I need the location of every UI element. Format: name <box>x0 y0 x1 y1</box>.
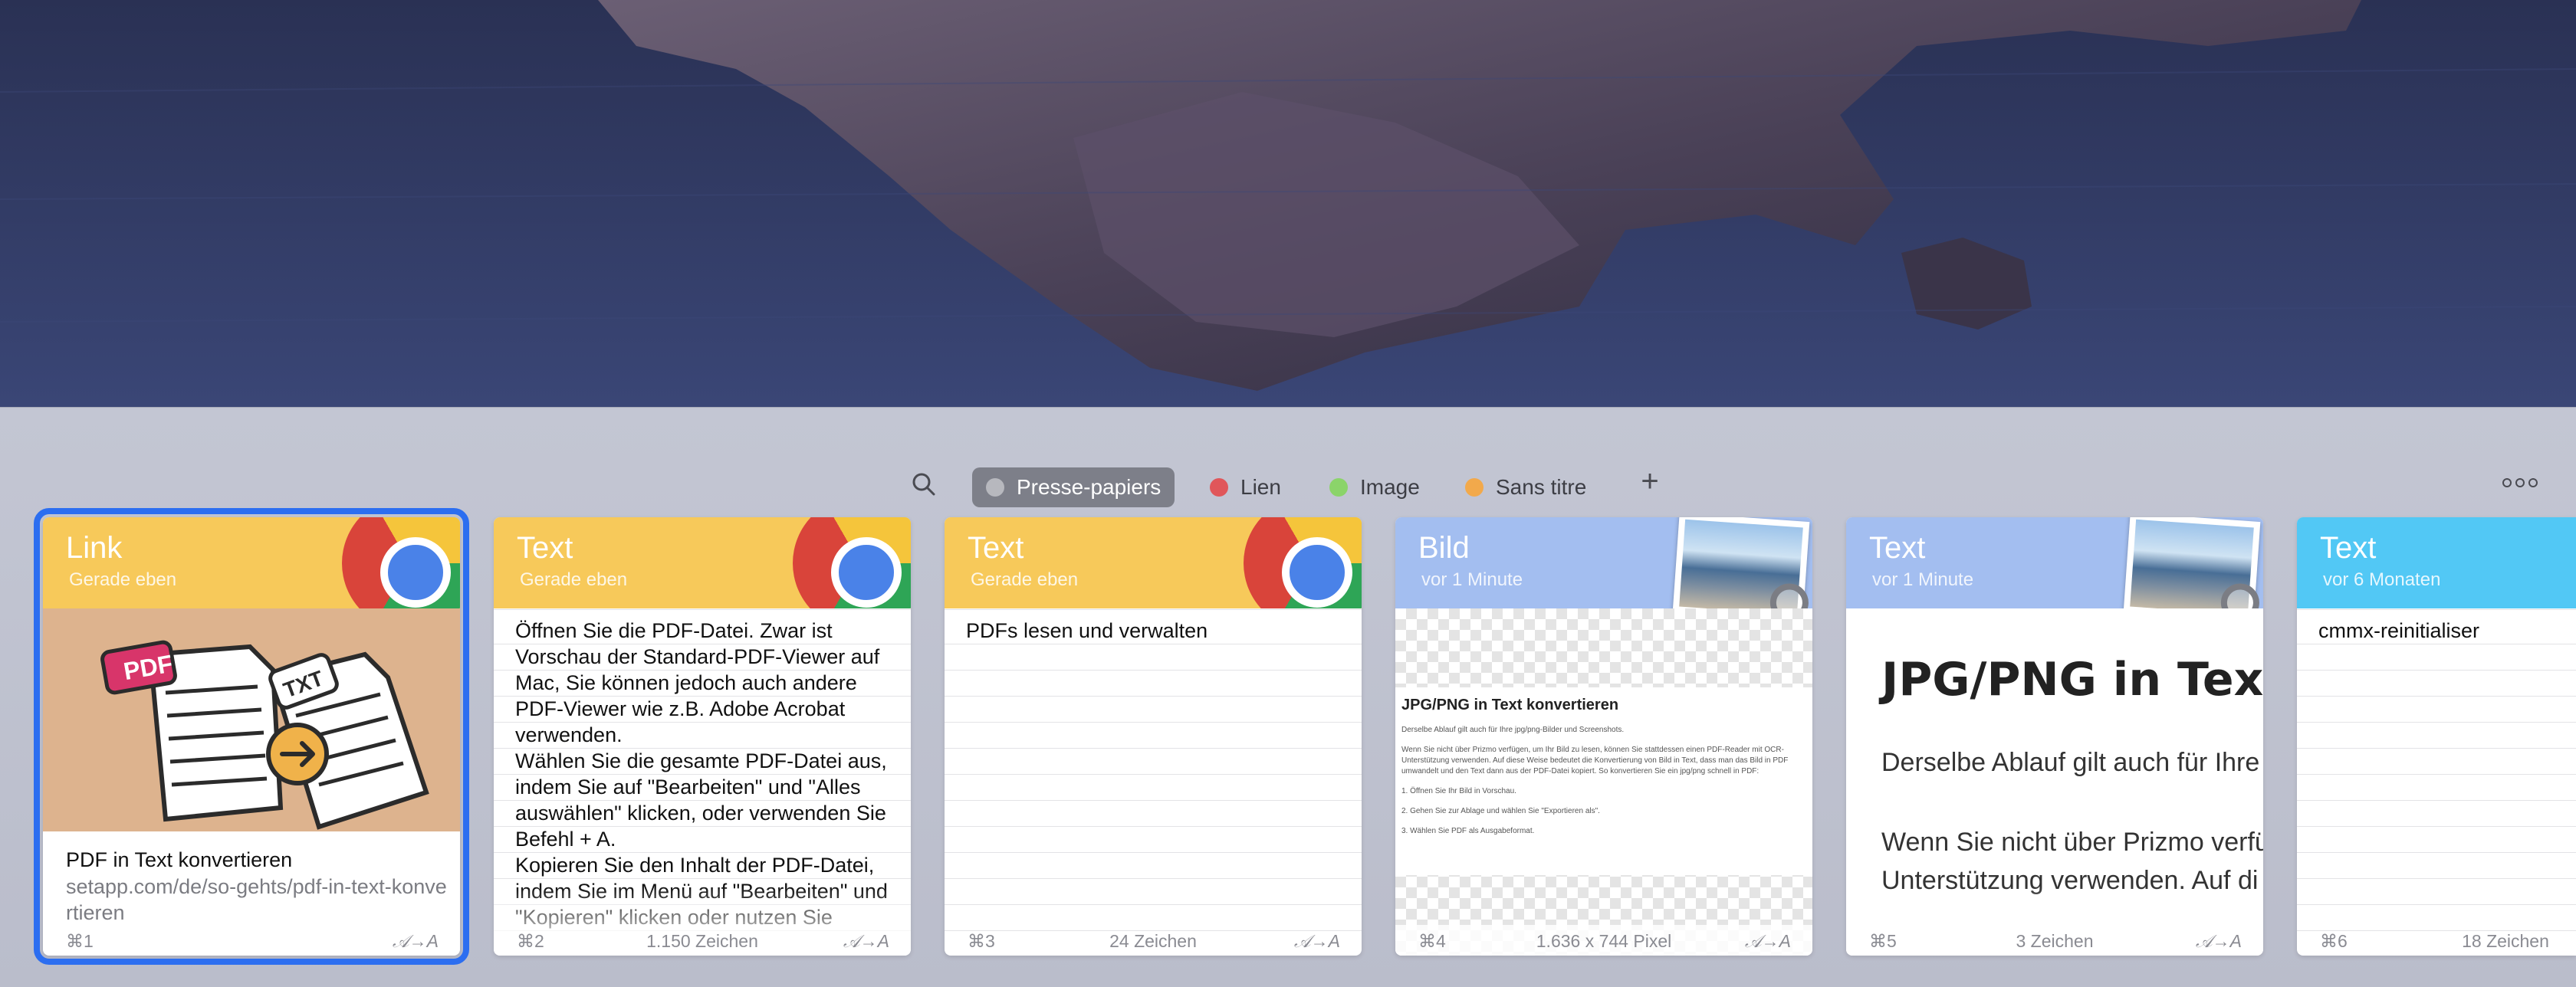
desktop-wallpaper <box>0 0 2576 407</box>
pinboard-label: Presse-papiers <box>1017 475 1162 499</box>
pinboard-dot <box>1329 478 1348 497</box>
add-pinboard-button[interactable]: + <box>1635 464 1665 499</box>
clip-card-text[interactable]: Text Gerade eben PDFs lesen und verwalte… <box>945 517 1362 956</box>
paste-plain-icon[interactable]: 𝒜→A <box>2196 931 2242 952</box>
paste-plain-icon[interactable]: 𝒜→A <box>393 931 439 952</box>
clip-card-link[interactable]: Link Gerade eben PDF TXT PDF in Text kon… <box>34 508 469 965</box>
pinboard-toolbar: Presse-papiers Lien Image Sans titre + <box>0 438 2576 527</box>
clip-text: cmmx-reinitialiser <box>2318 619 2480 642</box>
image-doc-step: 1. Öffnen Sie Ihr Bild in Vorschau. <box>1401 787 1516 795</box>
card-body: Öffnen Sie die PDF-Datei. Zwar ist Vorsc… <box>494 608 911 956</box>
card-footer: ⌘4 1.636 x 744 Pixel 𝒜→A <box>1395 925 1812 956</box>
image-preview: JPG/PNG in Text konvertieren Derselbe Ab… <box>1395 687 1812 875</box>
pinboard-link[interactable]: Lien <box>1196 467 1295 507</box>
card-body: PDF TXT PDF in Text konvertieren setapp.… <box>43 608 460 956</box>
pinboard-untitled[interactable]: Sans titre <box>1451 467 1600 507</box>
card-type: Text <box>2320 531 2377 565</box>
card-type: Link <box>66 531 123 565</box>
card-footer: ⌘5 3 Zeichen 𝒜→A <box>1846 925 2263 956</box>
pinboard-image[interactable]: Image <box>1316 467 1434 507</box>
pinboard-label: Lien <box>1240 475 1281 499</box>
image-doc-heading: JPG/PNG in Text konvertieren <box>1401 697 1619 713</box>
pinboard-dot <box>1465 478 1484 497</box>
card-time: vor 6 Monaten <box>2323 569 2441 590</box>
more-icon[interactable] <box>2502 474 2539 492</box>
wallpaper-image <box>0 0 2576 407</box>
card-body: JPG/PNG in Tex Derselbe Ablauf gilt auch… <box>1846 608 2263 956</box>
card-time: vor 1 Minute <box>1872 569 1974 590</box>
card-type: Bild <box>1418 531 1470 565</box>
card-footer: ⌘2 1.150 Zeichen 𝒜→A <box>494 925 911 956</box>
clip-card-text[interactable]: Text Gerade eben Öffnen Sie die PDF-Date… <box>494 517 911 956</box>
clip-line: Derselbe Ablauf gilt auch für Ihre <box>1881 748 2260 777</box>
preview-icon <box>1672 517 1810 608</box>
paste-panel: Presse-papiers Lien Image Sans titre + L… <box>0 407 2576 987</box>
image-doc-step: 2. Gehen Sie zur Ablage und wählen Sie "… <box>1401 807 1600 815</box>
card-header: Text vor 6 Monaten <box>2297 517 2576 608</box>
clip-card-text[interactable]: Text vor 6 Monaten cmmx-reinitialiser ⌘6… <box>2297 517 2576 956</box>
clip-text: PDFs lesen und verwalten <box>966 619 1208 642</box>
image-doc-subtitle: Derselbe Ablauf gilt auch für Ihre jpg/p… <box>1401 726 1625 734</box>
card-body: JPG/PNG in Text konvertieren Derselbe Ab… <box>1395 608 1812 956</box>
card-header: Text Gerade eben <box>494 517 911 608</box>
chrome-icon <box>1244 517 1362 608</box>
card-type: Text <box>968 531 1024 565</box>
clip-line: Wenn Sie nicht über Prizmo verfü <box>1881 828 2263 857</box>
link-preview-image: PDF TXT <box>43 608 460 831</box>
card-header: Text Gerade eben <box>945 517 1362 608</box>
pinboard-dot <box>1210 478 1228 497</box>
card-header: Text vor 1 Minute <box>1846 517 2263 608</box>
clip-text: Öffnen Sie die PDF-Datei. Zwar ist Vorsc… <box>515 619 888 929</box>
pinboard-label: Image <box>1360 475 1420 499</box>
paste-plain-icon[interactable]: 𝒜→A <box>1745 931 1791 952</box>
paste-plain-icon[interactable]: 𝒜→A <box>1294 931 1340 952</box>
card-header: Link Gerade eben <box>43 517 460 608</box>
card-time: Gerade eben <box>971 569 1079 590</box>
pinboard-clipboard[interactable]: Presse-papiers <box>972 467 1175 507</box>
image-doc-paragraph: Wenn Sie nicht über Prizmo verfügen, um … <box>1401 746 1789 776</box>
card-footer: ⌘1 𝒜→A <box>43 925 460 956</box>
chrome-icon <box>342 517 460 608</box>
paste-plain-icon[interactable]: 𝒜→A <box>843 931 889 952</box>
card-body: cmmx-reinitialiser <box>2297 608 2576 956</box>
card-type: Text <box>1869 531 1926 565</box>
pinboard-dot <box>986 478 1004 497</box>
card-time: vor 1 Minute <box>1421 569 1523 590</box>
link-title: PDF in Text konvertieren <box>66 848 293 871</box>
card-footer: ⌘3 24 Zeichen 𝒜→A <box>945 925 1362 956</box>
card-time: Gerade eben <box>520 569 628 590</box>
card-body: PDFs lesen und verwalten <box>945 608 1362 956</box>
image-doc-step: 3. Wählen Sie PDF als Ausgabeformat. <box>1401 827 1535 835</box>
link-url[interactable]: setapp.com/de/so-gehts/pdf-in-text-konve… <box>66 874 449 926</box>
search-icon[interactable] <box>909 469 939 500</box>
card-type: Text <box>517 531 573 565</box>
card-header: Bild vor 1 Minute <box>1395 517 1812 608</box>
card-footer: ⌘6 18 Zeichen <box>2297 925 2576 956</box>
pinboard-label: Sans titre <box>1496 475 1587 499</box>
clip-heading: JPG/PNG in Tex <box>1881 653 2263 707</box>
card-time: Gerade eben <box>69 569 177 590</box>
char-count: 18 Zeichen <box>2462 931 2549 951</box>
preview-icon <box>2123 517 2261 608</box>
clip-card-image[interactable]: Bild vor 1 Minute JPG/PNG in Text konver… <box>1395 517 1812 956</box>
clip-card-text[interactable]: Text vor 1 Minute JPG/PNG in Tex Derselb… <box>1846 517 2263 956</box>
card-shortcut: ⌘1 <box>66 931 94 951</box>
chrome-icon <box>793 517 911 608</box>
